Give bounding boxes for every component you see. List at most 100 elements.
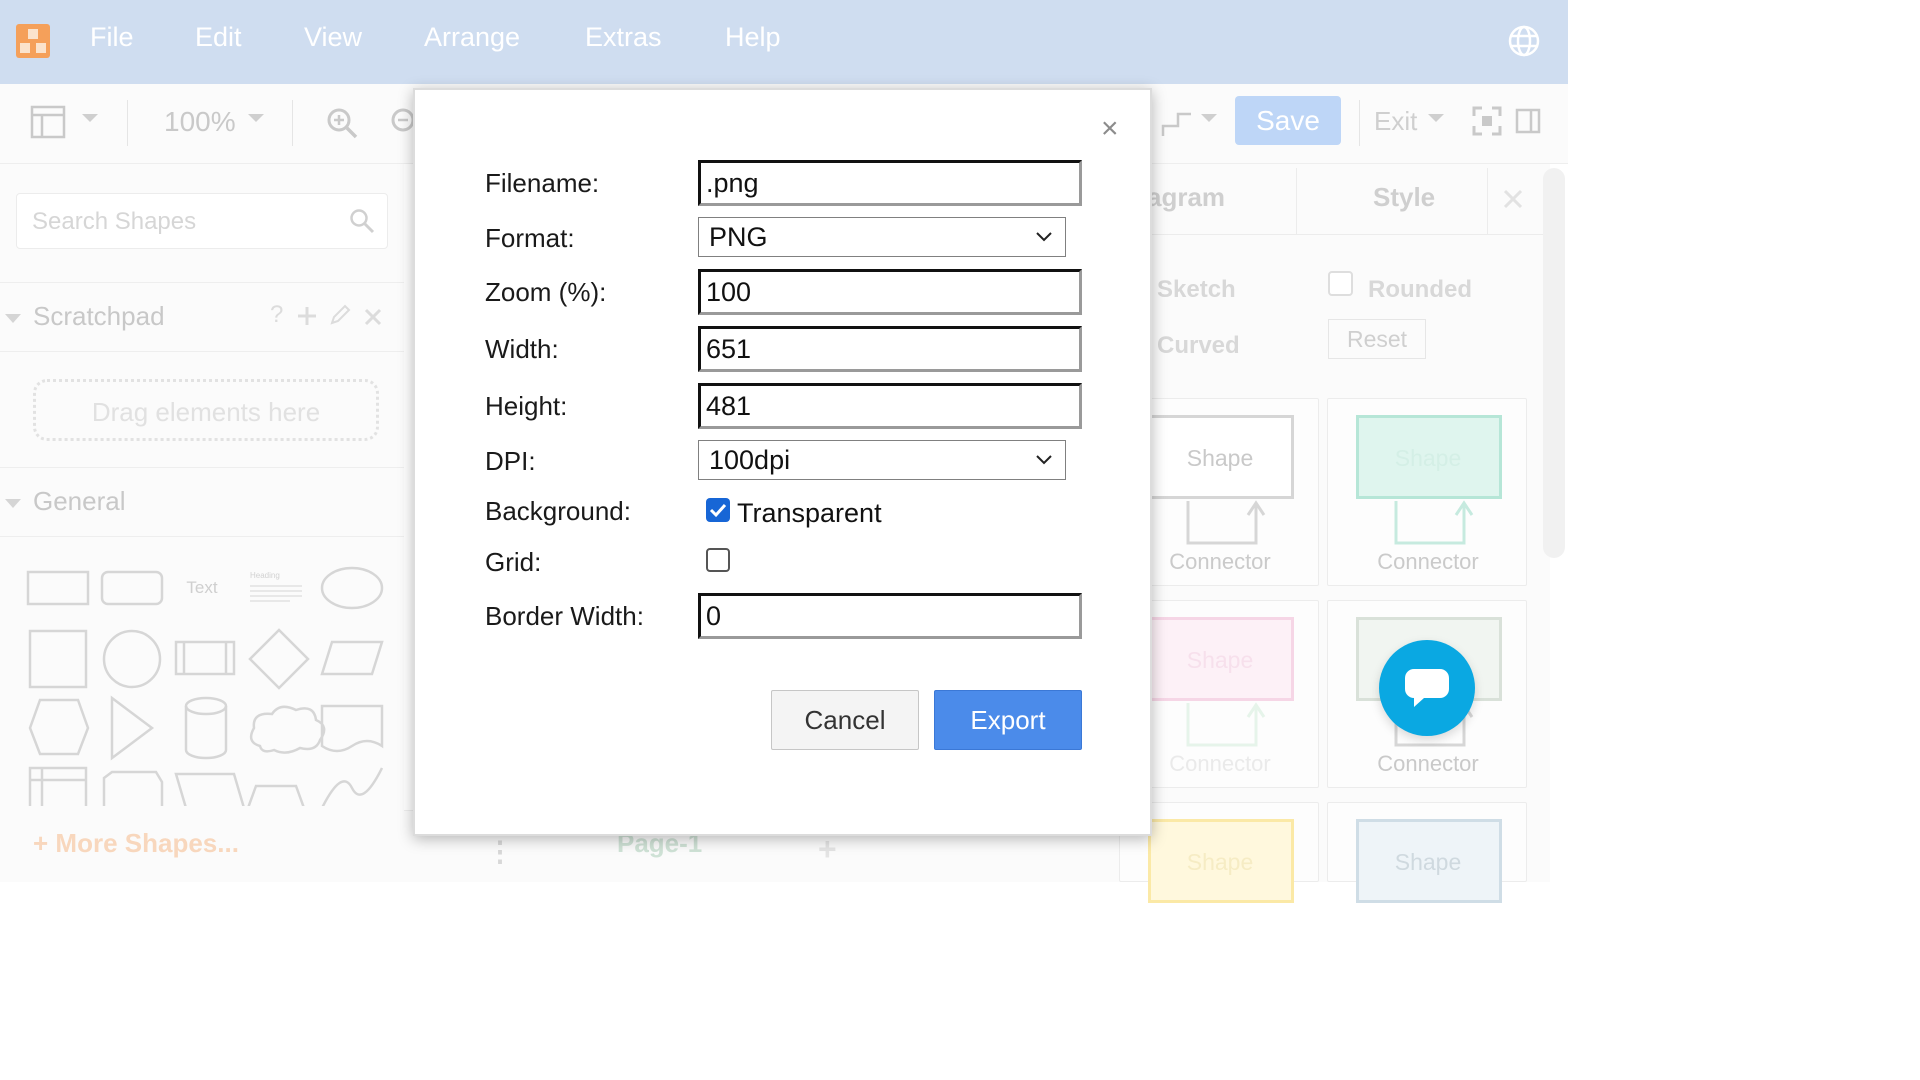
- close-icon: [1503, 189, 1523, 209]
- transparent-label[interactable]: Transparent: [737, 498, 882, 529]
- card-connector-label: Connector: [1377, 549, 1479, 574]
- menubar: File Edit View Arrange Extras Help: [0, 0, 1568, 84]
- logo-node: [36, 43, 46, 53]
- exit-button[interactable]: Exit: [1374, 106, 1417, 137]
- curved-label: Curved: [1157, 332, 1240, 359]
- zoom-level[interactable]: 100%: [164, 106, 236, 138]
- edit-icon[interactable]: [328, 303, 352, 327]
- close-icon[interactable]: ×: [1101, 112, 1119, 146]
- checkmark-icon: [709, 503, 727, 518]
- grid-label: Grid:: [485, 547, 542, 577]
- width-label: Width:: [485, 334, 559, 364]
- general-shapes-palette: Text Heading: [26, 566, 384, 806]
- dpi-select-value: 100dpi: [709, 445, 791, 475]
- zoom-input[interactable]: 100: [698, 269, 1082, 315]
- style-card[interactable]: Shape: [1327, 802, 1527, 903]
- close-panel-button[interactable]: [1487, 168, 1539, 234]
- ellipse-shape: [320, 566, 384, 610]
- connector-arrow: [1394, 500, 1474, 545]
- app-logo[interactable]: [16, 24, 50, 58]
- search-icon[interactable]: [349, 208, 375, 234]
- chevron-down-icon[interactable]: [248, 114, 264, 122]
- search-input[interactable]: Search Shapes: [16, 193, 388, 249]
- sketch-label: Sketch: [1157, 276, 1236, 303]
- fullscreen-icon[interactable]: [1472, 106, 1502, 136]
- connector-arrow: [1186, 702, 1266, 747]
- format-panel-scrollbar[interactable]: [1543, 168, 1565, 558]
- shapes-sidebar: Search Shapes Scratchpad ? Drag elements…: [0, 164, 404, 882]
- logo-node: [20, 43, 30, 53]
- zoom-out-icon[interactable]: [389, 106, 413, 140]
- toolbar-divider: [1359, 100, 1360, 146]
- grid-checkbox[interactable]: [706, 548, 730, 572]
- format-select-value: PNG: [709, 222, 768, 252]
- page-menu-icon[interactable]: ⋮: [486, 835, 514, 868]
- chevron-down-icon[interactable]: [5, 314, 21, 323]
- border-width-label: Border Width:: [485, 601, 644, 631]
- add-icon[interactable]: [296, 305, 318, 327]
- menu-file[interactable]: File: [90, 22, 134, 53]
- cancel-button[interactable]: Cancel: [771, 690, 919, 750]
- more-shapes-label: More Shapes...: [55, 828, 239, 858]
- triangle-shape: [110, 695, 155, 761]
- dpi-select[interactable]: 100dpi: [698, 440, 1066, 480]
- circle-shape: [102, 629, 162, 689]
- general-header[interactable]: General: [0, 467, 404, 537]
- tab-divider: [1296, 168, 1297, 234]
- document-shape: [320, 704, 384, 753]
- card-shape-label: Shape: [1186, 849, 1254, 875]
- card-shape: [102, 770, 164, 806]
- style-card[interactable]: Shape Connector: [1327, 398, 1527, 586]
- toolbar-divider: [292, 100, 293, 146]
- chevron-down-icon[interactable]: [82, 114, 98, 122]
- internal-storage-shape: [28, 766, 88, 806]
- height-input[interactable]: 481: [698, 383, 1082, 429]
- filename-input[interactable]: .png: [698, 160, 1082, 206]
- rounded-rectangle-shape: [100, 570, 164, 606]
- border-width-input[interactable]: 0: [698, 593, 1082, 639]
- close-icon[interactable]: [363, 307, 383, 327]
- logo-node: [28, 29, 38, 39]
- chat-icon: [1405, 669, 1449, 707]
- parallelogram-shape: [320, 640, 384, 676]
- connector-arrow: [1186, 500, 1266, 545]
- sidebar-toggle-icon[interactable]: [1515, 108, 1541, 134]
- add-page-icon[interactable]: +: [818, 831, 837, 868]
- scratchpad-header[interactable]: Scratchpad ?: [0, 282, 404, 352]
- chat-button[interactable]: [1379, 640, 1475, 736]
- rounded-checkbox[interactable]: [1328, 271, 1353, 296]
- menu-view[interactable]: View: [304, 22, 362, 53]
- square-shape: [28, 629, 88, 689]
- more-shapes-button[interactable]: + More Shapes...: [33, 828, 239, 859]
- menu-edit[interactable]: Edit: [195, 22, 242, 53]
- chevron-down-icon[interactable]: [5, 499, 21, 508]
- rectangle-shape: [26, 570, 90, 606]
- filename-label: Filename:: [485, 168, 600, 198]
- zoom-in-icon[interactable]: [325, 106, 359, 140]
- reset-button[interactable]: Reset: [1328, 319, 1426, 359]
- card-shape-label: Shape: [1394, 445, 1462, 471]
- waypoint-icon[interactable]: [1160, 106, 1194, 140]
- scratchpad-title: Scratchpad: [33, 301, 165, 331]
- menu-extras[interactable]: Extras: [585, 22, 662, 53]
- export-dialog: × Filename: .png Format: PNG Zoom (%): 1…: [413, 88, 1152, 836]
- scratchpad-drop-zone[interactable]: Drag elements here: [33, 379, 379, 441]
- width-input[interactable]: 651: [698, 326, 1082, 372]
- tab-style[interactable]: Style: [1373, 182, 1435, 213]
- chevron-down-icon: [1036, 232, 1052, 242]
- save-button[interactable]: Save: [1235, 96, 1341, 145]
- menu-help[interactable]: Help: [725, 22, 781, 53]
- help-icon[interactable]: ?: [270, 301, 283, 329]
- transparent-checkbox[interactable]: [706, 498, 730, 522]
- format-panel-icon[interactable]: [30, 104, 66, 140]
- chevron-down-icon[interactable]: [1201, 114, 1217, 122]
- background-label: Background:: [485, 496, 631, 526]
- format-select[interactable]: PNG: [698, 217, 1066, 257]
- export-button[interactable]: Export: [934, 690, 1082, 750]
- card-shape-label: Shape: [1394, 849, 1462, 875]
- chevron-down-icon[interactable]: [1428, 114, 1444, 122]
- chevron-down-icon: [1036, 455, 1052, 465]
- globe-icon[interactable]: [1507, 24, 1541, 58]
- menu-arrange[interactable]: Arrange: [424, 22, 520, 53]
- card-connector-label: Connector: [1377, 751, 1479, 776]
